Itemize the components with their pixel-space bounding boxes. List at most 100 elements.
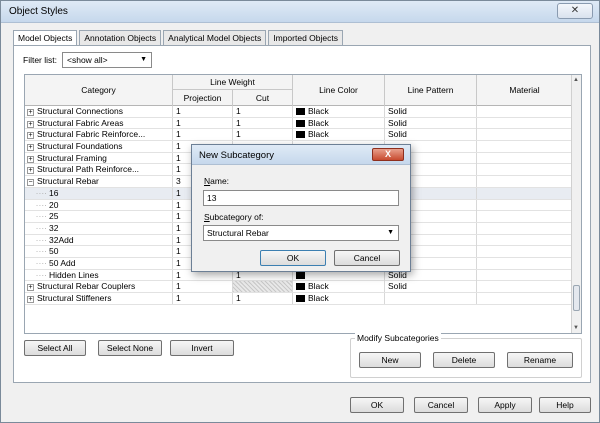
new-subcategory-button[interactable]: New xyxy=(359,352,421,368)
scroll-down-icon[interactable]: ▼ xyxy=(573,325,579,331)
material-cell[interactable] xyxy=(477,246,573,258)
category-cell[interactable]: ···· 16 xyxy=(25,187,173,199)
material-cell[interactable] xyxy=(477,117,573,129)
category-cell[interactable]: ···· 25 xyxy=(25,211,173,223)
vertical-scrollbar[interactable]: ▲ ▼ xyxy=(571,75,581,333)
category-cell[interactable]: + Structural Connections xyxy=(25,106,173,117)
material-cell[interactable] xyxy=(477,281,573,293)
expand-icon[interactable]: + xyxy=(27,120,34,128)
delete-subcategory-button[interactable]: Delete xyxy=(433,352,495,368)
select-none-button[interactable]: Select None xyxy=(98,340,162,356)
category-cell[interactable]: + Structural Framing xyxy=(25,152,173,164)
material-cell[interactable] xyxy=(477,129,573,141)
close-icon[interactable]: ✕ xyxy=(557,3,593,19)
subcategory-of-dropdown[interactable]: Structural Rebar ▼ xyxy=(203,225,399,241)
category-cell[interactable]: + Structural Stiffeners xyxy=(25,293,173,304)
line-pattern-cell[interactable]: Solid xyxy=(385,281,477,293)
header-cut[interactable]: Cut xyxy=(233,90,293,106)
cancel-button[interactable]: Cancel xyxy=(414,397,468,413)
line-color-cell[interactable]: Black xyxy=(293,106,385,117)
category-cell[interactable]: ···· 32 xyxy=(25,222,173,234)
expand-icon[interactable]: + xyxy=(27,167,34,175)
rename-subcategory-button[interactable]: Rename xyxy=(507,352,573,368)
tab-imported-objects[interactable]: Imported Objects xyxy=(268,30,343,45)
material-cell[interactable] xyxy=(477,164,573,176)
select-all-button[interactable]: Select All xyxy=(24,340,86,356)
material-cell[interactable] xyxy=(477,222,573,234)
header-projection[interactable]: Projection xyxy=(173,90,233,106)
tab-annotation-objects[interactable]: Annotation Objects xyxy=(79,30,162,45)
category-cell[interactable]: − Structural Rebar xyxy=(25,176,173,188)
expand-icon[interactable]: + xyxy=(27,284,34,292)
expand-icon[interactable]: + xyxy=(27,155,34,163)
tab-analytical-model-objects[interactable]: Analytical Model Objects xyxy=(163,30,267,45)
projection-cell[interactable]: 1 xyxy=(173,281,233,293)
table-row[interactable]: + Structural Fabric Reinforce... 1 1 Black So… xyxy=(25,129,573,142)
invert-button[interactable]: Invert xyxy=(170,340,234,356)
cut-cell[interactable]: 1 xyxy=(233,106,293,117)
material-cell[interactable] xyxy=(477,293,573,304)
apply-button[interactable]: Apply xyxy=(478,397,532,413)
material-cell[interactable] xyxy=(477,211,573,223)
line-color-name: Black xyxy=(308,106,329,116)
material-cell[interactable] xyxy=(477,152,573,164)
cut-cell[interactable] xyxy=(233,281,293,293)
material-cell[interactable] xyxy=(477,106,573,117)
expand-icon[interactable]: + xyxy=(27,109,34,116)
expand-icon[interactable]: + xyxy=(27,132,34,140)
header-line-color[interactable]: Line Color xyxy=(293,75,385,106)
header-material[interactable]: Material xyxy=(477,75,573,106)
cut-cell[interactable]: 1 xyxy=(233,293,293,304)
line-color-cell[interactable]: Black xyxy=(293,293,385,304)
table-row[interactable]: + Structural Stiffeners 1 1 Black xyxy=(25,293,573,305)
category-cell[interactable]: ···· Hidden Lines xyxy=(25,269,173,281)
line-pattern-cell[interactable]: Solid xyxy=(385,129,477,141)
line-pattern-cell[interactable]: Solid xyxy=(385,106,477,117)
dialog-cancel-button[interactable]: Cancel xyxy=(334,250,400,266)
material-cell[interactable] xyxy=(477,234,573,246)
help-button[interactable]: Help xyxy=(539,397,591,413)
projection-cell[interactable]: 1 xyxy=(173,129,233,141)
header-category[interactable]: Category xyxy=(25,75,173,106)
line-pattern-cell[interactable] xyxy=(385,293,477,304)
projection-cell[interactable]: 1 xyxy=(173,106,233,117)
scroll-up-icon[interactable]: ▲ xyxy=(573,77,579,83)
category-cell[interactable]: + Structural Fabric Reinforce... xyxy=(25,129,173,141)
category-cell[interactable]: ···· 50 xyxy=(25,246,173,258)
projection-cell[interactable]: 1 xyxy=(173,117,233,129)
dialog-ok-button[interactable]: OK xyxy=(260,250,326,266)
line-color-cell[interactable]: Black xyxy=(293,117,385,129)
ok-button[interactable]: OK xyxy=(350,397,404,413)
expand-icon[interactable]: + xyxy=(27,296,34,303)
material-cell[interactable] xyxy=(477,176,573,188)
category-cell[interactable]: ···· 32Add xyxy=(25,234,173,246)
tab-model-objects[interactable]: Model Objects xyxy=(13,30,78,46)
line-color-cell[interactable]: Black xyxy=(293,281,385,293)
material-cell[interactable] xyxy=(477,199,573,211)
category-cell[interactable]: + Structural Foundations xyxy=(25,141,173,153)
table-row[interactable]: + Structural Fabric Areas 1 1 Black Solid xyxy=(25,117,573,130)
material-cell[interactable] xyxy=(477,269,573,281)
collapse-icon[interactable]: − xyxy=(27,179,34,187)
scroll-thumb[interactable] xyxy=(573,285,580,311)
dialog-close-icon[interactable]: X xyxy=(372,148,404,161)
material-cell[interactable] xyxy=(477,141,573,153)
cut-cell[interactable]: 1 xyxy=(233,117,293,129)
table-row[interactable]: + Structural Connections 1 1 Black Solid xyxy=(25,106,573,118)
projection-cell[interactable]: 1 xyxy=(173,293,233,304)
line-color-cell[interactable]: Black xyxy=(293,129,385,141)
category-cell[interactable]: + Structural Fabric Areas xyxy=(25,117,173,129)
category-cell[interactable]: + Structural Rebar Couplers xyxy=(25,281,173,293)
category-cell[interactable]: ···· 50 Add xyxy=(25,257,173,269)
cut-cell[interactable]: 1 xyxy=(233,129,293,141)
material-cell[interactable] xyxy=(477,257,573,269)
category-cell[interactable]: ···· 20 xyxy=(25,199,173,211)
filter-dropdown[interactable]: <show all> ▼ xyxy=(62,52,152,68)
line-pattern-cell[interactable]: Solid xyxy=(385,117,477,129)
table-row[interactable]: + Structural Rebar Couplers 1 Black Solid xyxy=(25,281,573,293)
material-cell[interactable] xyxy=(477,187,573,199)
expand-icon[interactable]: + xyxy=(27,144,34,152)
name-input[interactable]: 13 xyxy=(203,190,399,206)
category-cell[interactable]: + Structural Path Reinforce... xyxy=(25,164,173,176)
header-line-pattern[interactable]: Line Pattern xyxy=(385,75,477,106)
